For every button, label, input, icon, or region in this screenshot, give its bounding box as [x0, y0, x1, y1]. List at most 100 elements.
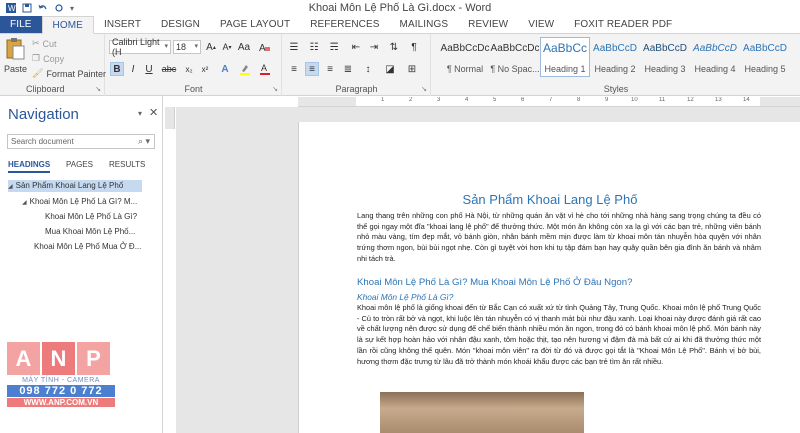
bullets-icon[interactable]: ☰: [287, 40, 301, 54]
style-heading-4[interactable]: AaBbCcD Heading 4: [690, 37, 740, 77]
subscript-button[interactable]: x₂: [182, 62, 196, 76]
superscript-button[interactable]: x²: [198, 62, 212, 76]
style-sample: AaBbCc: [542, 41, 588, 55]
collapse-triangle-icon[interactable]: ◢: [22, 200, 27, 206]
navigation-title: Navigation: [8, 106, 79, 123]
nav-heading-item[interactable]: ◢ Khoai Môn Lệ Phố Là Gì? M...: [22, 196, 137, 208]
paste-button[interactable]: Paste: [4, 37, 28, 77]
line-spacing-icon[interactable]: ↕: [361, 62, 375, 76]
nav-heading-item[interactable]: Khoai Môn Lệ Phố Là Gì?: [45, 211, 137, 223]
anp-subtitle: MÁY TÍNH - CAMERA: [22, 377, 100, 384]
style-sample: AaBbCcD: [743, 43, 787, 54]
search-icon[interactable]: ⌕ ▾: [138, 136, 150, 147]
borders-icon[interactable]: ⊞: [405, 62, 419, 76]
style-sample: AaBbCcDc: [490, 43, 540, 54]
title-bar: W ▾ Khoai Môn Lệ Phố Là Gì.docx - Word: [0, 0, 800, 16]
close-icon[interactable]: ✕: [149, 106, 158, 119]
tab-file[interactable]: FILE: [0, 16, 42, 33]
ruler-number: 13: [715, 97, 722, 103]
font-size-combo[interactable]: 18 ▾: [173, 40, 201, 54]
vertical-ruler[interactable]: [165, 107, 175, 433]
cut-label: Cut: [42, 38, 57, 49]
heading-label: Khoai Môn Lệ Phố Là Gì?: [45, 212, 138, 221]
clipboard-launcher-icon[interactable]: ↘: [95, 85, 101, 93]
font-color-icon[interactable]: A: [258, 62, 272, 76]
justify-icon[interactable]: ≣: [341, 62, 355, 76]
shrink-font-button[interactable]: A ▾: [220, 40, 234, 54]
strikethrough-button[interactable]: abc: [162, 62, 177, 76]
shading-icon[interactable]: ◪: [383, 62, 397, 76]
tab-foxit-reader-pdf[interactable]: FOXIT READER PDF: [564, 16, 682, 33]
style-name: ¶ Normal: [446, 64, 484, 74]
numbering-icon[interactable]: ☷: [307, 40, 321, 54]
ruler-number: 3: [437, 97, 441, 103]
tab-view[interactable]: VIEW: [518, 16, 564, 33]
align-left-icon[interactable]: ≡: [287, 62, 301, 76]
horizontal-ruler[interactable]: 1 2 3 4 5 6 7 8 9 10 11 12 13 14: [298, 97, 800, 107]
multilevel-list-icon[interactable]: ☴: [327, 40, 341, 54]
paragraph-launcher-icon[interactable]: ↘: [421, 85, 427, 93]
tab-references[interactable]: REFERENCES: [300, 16, 389, 33]
scissors-icon: ✂: [32, 38, 40, 48]
paste-label: Paste: [4, 64, 28, 74]
style-heading-2[interactable]: AaBbCcD Heading 2: [590, 37, 640, 77]
tab-insert[interactable]: INSERT: [94, 16, 151, 33]
nav-heading-item[interactable]: ◢ Sản Phẩm Khoai Lang Lệ Phố: [8, 180, 142, 192]
search-input[interactable]: Search document ⌕ ▾: [7, 134, 155, 149]
change-case-button[interactable]: Aa: [237, 40, 251, 54]
styles-group: AaBbCcDc ¶ Normal AaBbCcDc ¶ No Spac... …: [432, 34, 800, 96]
tab-home[interactable]: HOME: [41, 16, 94, 34]
style-name: Heading 5: [744, 64, 786, 74]
tab-page-layout[interactable]: PAGE LAYOUT: [210, 16, 300, 33]
style-heading-1[interactable]: AaBbCc Heading 1: [540, 37, 590, 77]
show-hide-icon[interactable]: ¶: [407, 40, 421, 54]
heading-label: Khoai Môn Lệ Phố Mua Ở Đ...: [34, 242, 142, 251]
tab-design[interactable]: DESIGN: [151, 16, 210, 33]
format-painter-button[interactable]: 🖌 Format Painter: [32, 68, 106, 79]
style-sample: AaBbCcDc: [440, 43, 490, 54]
copy-label: Copy: [43, 53, 65, 64]
ruler-number: 8: [577, 97, 581, 103]
document-page[interactable]: Sản Phẩm Khoai Lang Lệ Phố Lang thang tr…: [298, 122, 800, 433]
nav-heading-item[interactable]: Khoai Môn Lệ Phố Mua Ở Đ...: [34, 241, 141, 253]
collapse-triangle-icon[interactable]: ◢: [8, 184, 13, 190]
style-name: Heading 2: [594, 64, 636, 74]
copy-button[interactable]: ❐ Copy: [32, 53, 64, 64]
bold-button[interactable]: B: [110, 62, 124, 76]
cut-button[interactable]: ✂ Cut: [32, 38, 57, 49]
style-heading-5[interactable]: AaBbCcD Heading 5: [740, 37, 790, 77]
highlight-icon[interactable]: [238, 62, 252, 76]
tab-headings[interactable]: HEADINGS: [8, 160, 51, 173]
decrease-indent-icon[interactable]: ⇤: [349, 40, 363, 54]
clear-formatting-icon[interactable]: A: [258, 40, 272, 54]
align-center-icon[interactable]: ≡: [305, 62, 319, 76]
sort-icon[interactable]: ⇅: [387, 40, 401, 54]
anp-website: WWW.ANP.COM.VN: [7, 398, 115, 407]
font-name-combo[interactable]: Calibri Light (H ▾: [109, 37, 171, 57]
tab-results[interactable]: RESULTS: [109, 160, 145, 169]
increase-indent-icon[interactable]: ⇥: [367, 40, 381, 54]
style-heading-3[interactable]: AaBbCcD Heading 3: [640, 37, 690, 77]
style-normal[interactable]: AaBbCcDc ¶ Normal: [440, 37, 490, 77]
tab-pages[interactable]: PAGES: [66, 160, 93, 169]
tab-review[interactable]: REVIEW: [458, 16, 518, 33]
ruler-number: 12: [687, 97, 694, 103]
anp-watermark-logo: A N P MÁY TÍNH - CAMERA 098 772 0 772 WW…: [7, 342, 115, 407]
tab-mailings[interactable]: MAILINGS: [390, 16, 459, 33]
document-image[interactable]: [380, 392, 584, 433]
ruler-right-margin: [760, 97, 800, 106]
document-paragraph: Lang thang trên những con phố Hà Nội, từ…: [357, 211, 761, 263]
ruler-number: 7: [549, 97, 553, 103]
nav-heading-item[interactable]: Mua Khoai Môn Lệ Phố...: [45, 226, 135, 238]
font-group: Calibri Light (H ▾ 18 ▾ A ▴ A ▾ Aa A B I U a…: [106, 34, 282, 96]
italic-button[interactable]: I: [126, 62, 140, 76]
align-right-icon[interactable]: ≡: [323, 62, 337, 76]
pane-options-icon[interactable]: ▾: [138, 109, 142, 118]
grow-font-button[interactable]: A ▴: [204, 40, 218, 54]
svg-text:A: A: [259, 43, 266, 53]
font-launcher-icon[interactable]: ↘: [272, 85, 278, 93]
text-effects-icon[interactable]: A: [218, 62, 232, 76]
font-size-value: 18: [176, 42, 187, 52]
style-no-spacing[interactable]: AaBbCcDc ¶ No Spac...: [490, 37, 540, 77]
underline-button[interactable]: U: [142, 62, 156, 76]
